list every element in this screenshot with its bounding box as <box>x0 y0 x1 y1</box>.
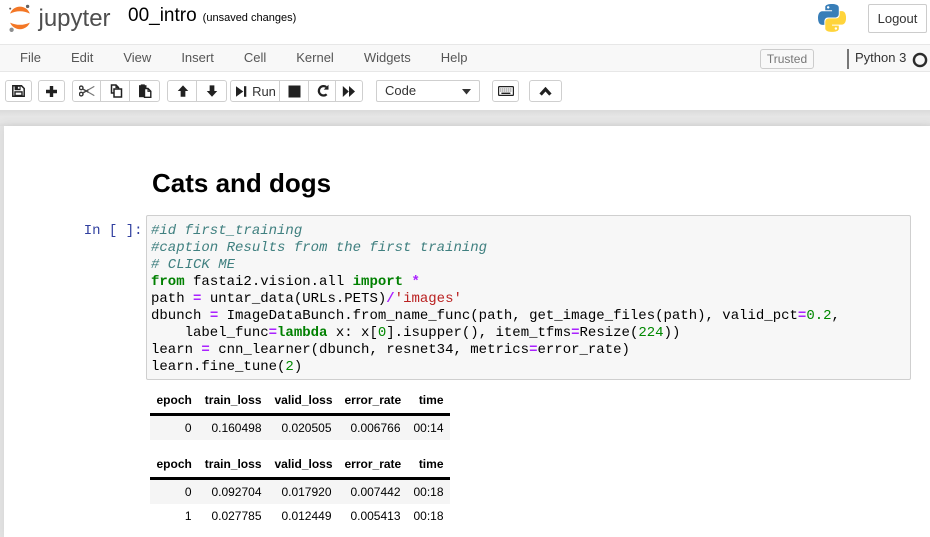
svg-text:jupyter: jupyter <box>38 5 111 32</box>
